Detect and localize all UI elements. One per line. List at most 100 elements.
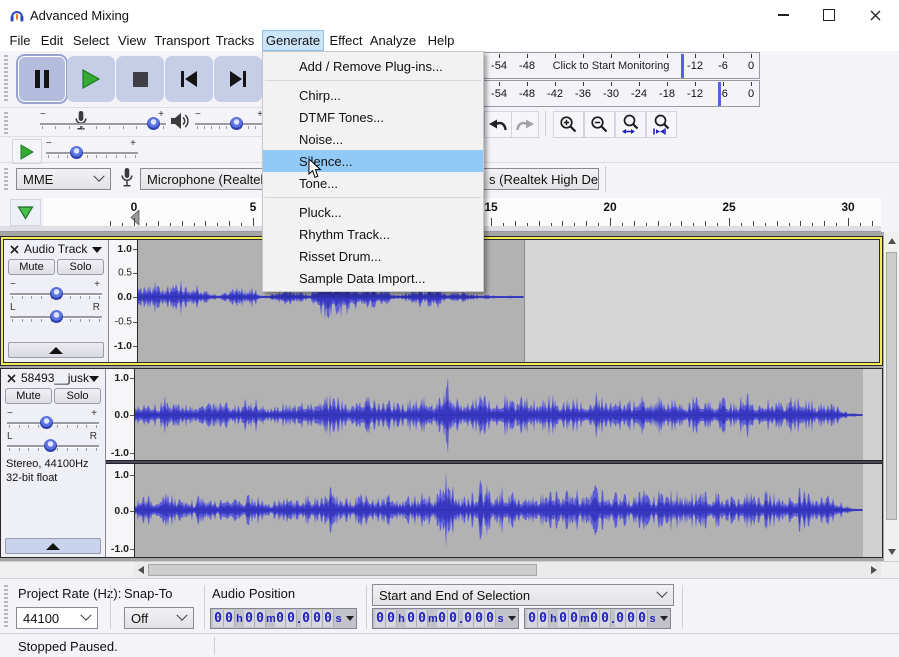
time-digit[interactable]: 0 [615, 610, 626, 627]
solo-button[interactable]: Solo [57, 259, 104, 275]
time-format-dropdown-icon[interactable] [508, 616, 516, 621]
close-button[interactable] [852, 0, 898, 30]
slider-thumb[interactable] [147, 117, 160, 130]
time-digit[interactable]: 0 [244, 610, 255, 627]
menubar-item-effect[interactable]: Effect [326, 30, 366, 51]
track-title[interactable]: 58493__juskt [21, 371, 89, 385]
time-digit[interactable]: 0 [448, 610, 459, 627]
project-rate-combo[interactable]: 44100 [16, 607, 98, 629]
playback-meter[interactable]: -54-48-42-36-30-24-18-12-60 [460, 80, 760, 107]
scroll-left-button[interactable] [134, 562, 148, 578]
menubar-item-tracks[interactable]: Tracks [214, 30, 256, 51]
channel-divider[interactable] [106, 460, 882, 464]
slider-thumb[interactable] [50, 287, 63, 300]
menu-item-rhythm-track[interactable]: Rhythm Track... [263, 223, 483, 245]
menubar-item-select[interactable]: Select [70, 30, 112, 51]
time-digit[interactable]: 0 [637, 610, 648, 627]
gain-slider[interactable]: −+ [7, 410, 99, 428]
time-digit[interactable]: 0 [569, 610, 580, 627]
scroll-right-button[interactable] [867, 562, 881, 578]
skip-to-end-button[interactable] [214, 56, 262, 102]
slider-thumb[interactable] [40, 416, 53, 429]
mute-button[interactable]: Mute [5, 388, 52, 404]
scroll-up-button[interactable] [884, 234, 899, 248]
time-digit[interactable]: 0 [224, 610, 235, 627]
minimize-button[interactable] [760, 0, 806, 30]
play-button[interactable] [67, 56, 115, 102]
mixer-toolbar-grip[interactable] [4, 112, 8, 134]
menubar-item-help[interactable]: Help [424, 30, 458, 51]
vertical-scrollbar[interactable] [884, 232, 899, 561]
time-unit[interactable]: h [549, 613, 558, 625]
menubar-item-view[interactable]: View [114, 30, 150, 51]
zoom-out-button[interactable] [584, 111, 615, 138]
audio-position-display[interactable]: 00h00m00.000s [210, 608, 357, 629]
time-digit[interactable]: 0 [312, 610, 323, 627]
slider-thumb[interactable] [50, 310, 63, 323]
vertical-scroll-thumb[interactable] [886, 252, 897, 520]
fit-project-button[interactable] [646, 111, 677, 138]
skip-to-start-button[interactable] [165, 56, 213, 102]
playback-device-combo[interactable]: s (Realtek High Def [482, 168, 599, 190]
play-at-speed-button[interactable] [12, 139, 42, 164]
selection-mode-combo[interactable]: Start and End of Selection [372, 584, 674, 606]
pinned-play-head-button[interactable] [10, 199, 41, 226]
vertical-ruler[interactable]: 1.00.50.0-0.5-1.0 [109, 240, 138, 362]
audio-host-combo[interactable]: MME [16, 168, 111, 190]
slider-thumb[interactable] [44, 439, 57, 452]
track-close-button[interactable] [7, 242, 21, 256]
time-digit[interactable]: 0 [213, 610, 224, 627]
menubar-item-edit[interactable]: Edit [36, 30, 68, 51]
time-digit[interactable]: 0 [255, 610, 266, 627]
menu-item-pluck[interactable]: Pluck... [263, 201, 483, 223]
time-unit[interactable]: m [428, 613, 437, 625]
play-speed-slider[interactable]: −+ [46, 140, 138, 162]
time-digit[interactable]: 0 [485, 610, 496, 627]
time-digit[interactable]: 0 [463, 610, 474, 627]
time-unit[interactable]: h [397, 613, 406, 625]
pan-slider[interactable]: LR [7, 433, 99, 451]
time-digit[interactable]: 0 [275, 610, 286, 627]
time-digit[interactable]: 0 [558, 610, 569, 627]
collapse-button[interactable] [8, 342, 104, 358]
track-title[interactable]: Audio Track [24, 242, 88, 256]
transport-toolbar-grip[interactable] [4, 55, 8, 103]
selection-end-display[interactable]: 00h00m00.000s [524, 608, 671, 629]
collapse-button[interactable] [5, 538, 101, 554]
menubar-item-file[interactable]: File [6, 30, 34, 51]
selection-start-display[interactable]: 00h00m00.000s [372, 608, 519, 629]
recording-volume-slider[interactable]: −+ [40, 111, 166, 133]
time-unit[interactable]: s [496, 613, 505, 625]
menu-item-add-remove-plug-ins[interactable]: Add / Remove Plug-ins... [263, 55, 483, 77]
zoom-to-selection-button[interactable] [615, 111, 646, 138]
menu-item-tone[interactable]: Tone... [263, 172, 483, 194]
time-digit[interactable]: 0 [538, 610, 549, 627]
track-close-button[interactable] [4, 371, 18, 385]
track-menu-icon[interactable] [92, 247, 102, 253]
menubar-item-transport[interactable]: Transport [152, 30, 212, 51]
pause-button[interactable] [18, 56, 66, 102]
pan-slider[interactable]: LR [10, 304, 102, 322]
waveform-channel-1[interactable] [135, 377, 863, 453]
selection-toolbar-grip[interactable] [4, 585, 8, 629]
menu-item-sample-data-import[interactable]: Sample Data Import... [263, 267, 483, 289]
track-menu-icon[interactable] [89, 376, 99, 382]
time-format-dropdown-icon[interactable] [346, 616, 354, 621]
scroll-down-button[interactable] [884, 545, 899, 559]
time-digit[interactable]: 0 [406, 610, 417, 627]
recording-meter[interactable]: -54-48-12-60Click to Start Monitoring [460, 52, 760, 79]
gain-slider[interactable]: −+ [10, 281, 102, 299]
menubar-item-analyze[interactable]: Analyze [368, 30, 418, 51]
time-digit[interactable]: 0 [286, 610, 297, 627]
time-digit[interactable]: 0 [301, 610, 312, 627]
undo-button[interactable] [484, 111, 512, 138]
time-digit[interactable]: 0 [386, 610, 397, 627]
menu-item-risset-drum[interactable]: Risset Drum... [263, 245, 483, 267]
mute-button[interactable]: Mute [8, 259, 55, 275]
horizontal-scrollbar[interactable] [134, 562, 881, 578]
time-digit[interactable]: 0 [437, 610, 448, 627]
zoom-in-button[interactable] [553, 111, 584, 138]
time-digit[interactable]: 0 [375, 610, 386, 627]
time-digit[interactable]: 0 [527, 610, 538, 627]
time-digit[interactable]: 0 [474, 610, 485, 627]
